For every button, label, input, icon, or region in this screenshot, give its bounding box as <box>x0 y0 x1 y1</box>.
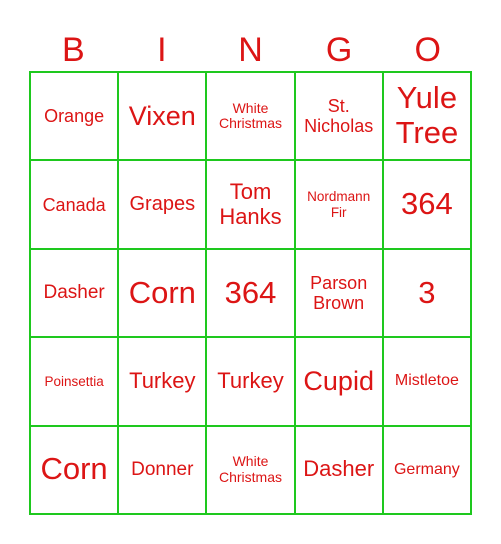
bingo-cell-text: Vixen <box>128 101 196 132</box>
bingo-cell-text: Tom Hanks <box>219 178 282 229</box>
bingo-cell-text: 364 <box>224 274 277 310</box>
bingo-cell-text: 364 <box>401 186 453 222</box>
header-letter-n: N <box>238 31 263 69</box>
header-letter-g: G <box>325 31 353 69</box>
bingo-cell-g-3[interactable]: Parson Brown <box>294 248 383 338</box>
bingo-cell-text: Poinsettia <box>44 373 104 389</box>
bingo-cell-text: Germany <box>393 460 460 478</box>
bingo-cell-o-3[interactable]: 3 <box>382 248 471 338</box>
bingo-cell-i-1[interactable]: Vixen <box>118 72 207 161</box>
bingo-cell-o-4[interactable]: Mistletoe <box>382 337 471 426</box>
bingo-cell-n-4[interactable]: Turkey <box>206 337 295 426</box>
bingo-cell-text: Turkey <box>129 368 196 394</box>
bingo-cell-n-3[interactable]: 364 <box>206 248 295 338</box>
bingo-cell-text: Grapes <box>129 193 196 216</box>
bingo-cell-n-5[interactable]: White Christmas <box>206 425 295 514</box>
bingo-cell-g-2[interactable]: Nordmann Fir <box>294 160 383 249</box>
bingo-cell-text: Orange <box>44 106 105 127</box>
bingo-cell-text: White Christmas <box>218 453 282 485</box>
bingo-cell-n-2[interactable]: Tom Hanks <box>206 160 295 249</box>
bingo-cell-i-4[interactable]: Turkey <box>118 337 207 426</box>
bingo-cell-text: White Christmas <box>218 99 282 132</box>
bingo-cell-o-1[interactable]: Yule Tree <box>382 72 471 161</box>
bingo-cell-text: St. Nicholas <box>304 96 374 137</box>
bingo-cell-text: Cupid <box>303 366 374 397</box>
bingo-cell-text: Nordmann Fir <box>307 189 371 220</box>
bingo-cell-g-5[interactable]: Dasher <box>294 425 383 514</box>
bingo-cell-g-1[interactable]: St. Nicholas <box>294 72 383 161</box>
bingo-cell-text: Yule Tree <box>395 80 459 151</box>
bingo-cell-text: Dasher <box>43 282 105 304</box>
bingo-cell-b-5[interactable]: Corn <box>30 425 119 514</box>
bingo-cell-text: Corn <box>40 451 108 487</box>
bingo-cell-text: Canada <box>42 194 106 215</box>
bingo-cell-b-1[interactable]: Orange <box>30 72 119 161</box>
bingo-cell-text: Corn <box>128 274 196 310</box>
bingo-cell-b-4[interactable]: Poinsettia <box>30 337 119 426</box>
bingo-header: B I N G O <box>29 28 472 72</box>
bingo-cell-text: Donner <box>131 459 194 481</box>
header-letter-o: O <box>414 31 441 69</box>
bingo-cell-text: Dasher <box>303 456 375 482</box>
bingo-cell-text: Parson Brown <box>310 272 368 313</box>
bingo-cell-b-3[interactable]: Dasher <box>30 248 119 338</box>
bingo-cell-i-2[interactable]: Grapes <box>118 160 207 249</box>
header-letter-i: I <box>157 31 167 69</box>
bingo-cell-i-3[interactable]: Corn <box>118 248 207 338</box>
bingo-cell-text: 3 <box>418 274 436 310</box>
bingo-cell-b-2[interactable]: Canada <box>30 160 119 249</box>
bingo-card-grid: Orange Vixen White Christmas St. Nicholas Yu… <box>29 71 472 515</box>
bingo-cell-n-1[interactable]: White Christmas <box>206 72 295 161</box>
bingo-cell-text: Mistletoe <box>394 372 459 390</box>
bingo-cell-i-5[interactable]: Donner <box>118 425 207 514</box>
bingo-cell-g-4[interactable]: Cupid <box>294 337 383 426</box>
header-letter-b: B <box>61 31 85 69</box>
bingo-cell-o-2[interactable]: 364 <box>382 160 471 249</box>
bingo-cell-o-5[interactable]: Germany <box>382 425 471 514</box>
bingo-cell-text: Turkey <box>217 368 284 394</box>
